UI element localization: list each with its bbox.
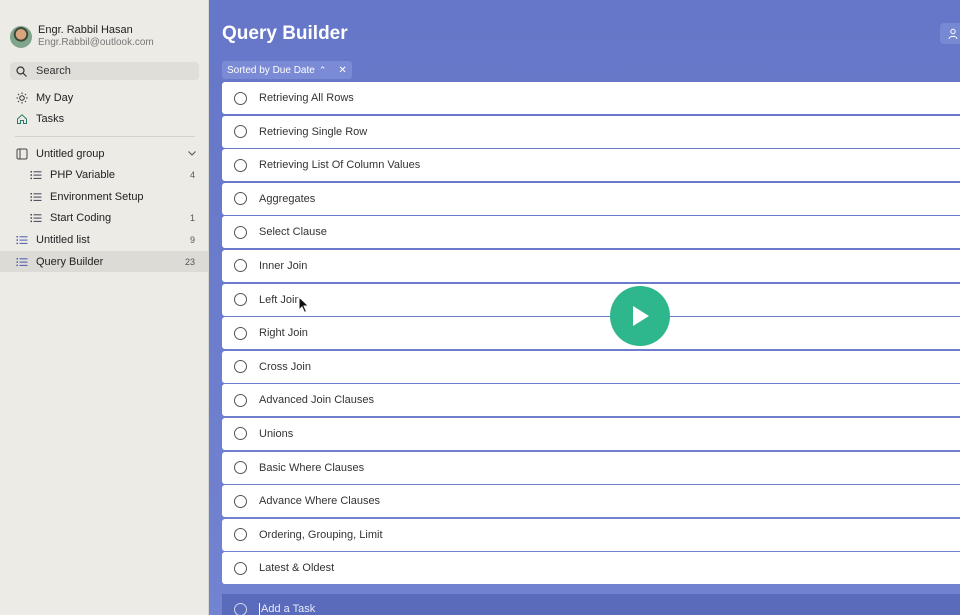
home-icon: [15, 112, 29, 126]
list-icon: [29, 190, 43, 204]
task-title: Cross Join: [259, 360, 311, 373]
task-row[interactable]: Retrieving List Of Column Values: [222, 149, 960, 182]
task-title: Left Join: [259, 293, 301, 306]
task-row[interactable]: Right Join: [222, 317, 960, 350]
task-row[interactable]: Latest & Oldest: [222, 552, 960, 585]
list-icon: [15, 255, 29, 269]
task-title: Select Clause: [259, 226, 327, 239]
task-row[interactable]: Ordering, Grouping, Limit: [222, 518, 960, 551]
task-title: Right Join: [259, 327, 308, 340]
complete-checkbox[interactable]: [234, 393, 247, 407]
task-count: 9: [189, 234, 195, 245]
task-count: 1: [189, 212, 195, 223]
task-row[interactable]: Aggregates: [222, 182, 960, 215]
sidebar-item-tasks[interactable]: Tasks: [0, 108, 208, 129]
complete-checkbox[interactable]: [234, 259, 247, 273]
task-row[interactable]: Inner Join: [222, 249, 960, 282]
list-icon: [29, 211, 43, 225]
add-task-input[interactable]: Add a Task: [222, 594, 960, 615]
list-icon: [15, 233, 29, 247]
sidebar-item-my-day[interactable]: My Day: [0, 87, 208, 108]
complete-checkbox[interactable]: [234, 192, 247, 206]
close-icon[interactable]: ✕: [338, 65, 346, 76]
chevron-down-icon[interactable]: [187, 148, 197, 158]
chevron-up-icon[interactable]: ⌃: [319, 65, 327, 76]
sidebar-item-label: Tasks: [36, 112, 65, 125]
share-button[interactable]: [940, 23, 960, 44]
task-row[interactable]: Advanced Join Clauses: [222, 384, 960, 417]
mouse-cursor-icon: [298, 296, 310, 314]
task-title: Retrieving All Rows: [259, 92, 354, 104]
sort-chip[interactable]: Sorted by Due Date ⌃ ✕: [222, 61, 352, 79]
profile-name: Engr. Rabbil Hasan: [38, 24, 133, 36]
task-title: Unions: [259, 427, 294, 440]
sidebar-item-label: Untitled list: [36, 233, 90, 246]
play-button[interactable]: [610, 286, 670, 346]
sidebar-item-label: Environment Setup: [50, 190, 144, 203]
complete-checkbox[interactable]: [234, 158, 247, 172]
list-icon: [29, 168, 43, 182]
complete-checkbox[interactable]: [234, 225, 247, 239]
complete-checkbox[interactable]: [234, 461, 247, 475]
sidebar-item-query-builder[interactable]: Query Builder 23: [0, 251, 208, 272]
task-row[interactable]: Advance Where Clauses: [222, 485, 960, 518]
sidebar-item-label: Start Coding: [50, 211, 112, 224]
task-count: 4: [189, 169, 195, 180]
task-row[interactable]: Retrieving Single Row: [222, 115, 960, 148]
sidebar-item-untitled-list[interactable]: Untitled list 9: [0, 229, 208, 250]
search-placeholder: Search: [36, 65, 71, 77]
add-circle-icon: [234, 602, 247, 615]
sort-label: Sorted by Due Date: [227, 64, 315, 76]
avatar: [10, 25, 32, 48]
task-title: Basic Where Clauses: [259, 461, 365, 474]
task-row[interactable]: Unions: [222, 417, 960, 450]
sidebar-item-label: Query Builder: [36, 255, 104, 268]
add-task-placeholder: Add a Task: [259, 603, 316, 615]
complete-checkbox[interactable]: [234, 561, 247, 575]
main-panel: Query Builder Sorted by Due Date ⌃ ✕ Ret…: [209, 0, 960, 615]
search-input[interactable]: Search: [10, 62, 199, 80]
task-title: Latest & Oldest: [259, 562, 335, 575]
person-add-icon: [948, 28, 958, 39]
sidebar-item-label: My Day: [36, 91, 74, 104]
sidebar-divider: [15, 136, 195, 137]
page-title[interactable]: Query Builder: [222, 23, 348, 45]
task-title: Inner Join: [259, 259, 308, 272]
task-title: Aggregates: [259, 192, 316, 205]
search-icon: [16, 65, 27, 77]
task-row[interactable]: Left Join: [222, 283, 960, 316]
task-row[interactable]: Cross Join: [222, 350, 960, 383]
sidebar-group-untitled[interactable]: Untitled group: [0, 143, 208, 164]
complete-checkbox[interactable]: [234, 494, 247, 508]
task-row[interactable]: Select Clause: [222, 216, 960, 249]
complete-checkbox[interactable]: [234, 293, 247, 307]
task-title: Advanced Join Clauses: [259, 394, 374, 407]
complete-checkbox[interactable]: [234, 528, 247, 542]
task-row[interactable]: Retrieving All Rows: [222, 82, 960, 114]
profile-email: Engr.Rabbil@outlook.com: [38, 37, 154, 48]
sidebar: Engr. Rabbil Hasan Engr.Rabbil@outlook.c…: [0, 0, 209, 615]
task-row[interactable]: Basic Where Clauses: [222, 451, 960, 484]
sidebar-item-environment-setup[interactable]: Environment Setup: [0, 186, 208, 207]
task-count: 23: [184, 256, 195, 267]
sidebar-item-label: Untitled group: [36, 147, 105, 160]
complete-checkbox[interactable]: [234, 91, 247, 105]
profile[interactable]: Engr. Rabbil Hasan Engr.Rabbil@outlook.c…: [10, 24, 154, 49]
complete-checkbox[interactable]: [234, 125, 247, 139]
group-icon: [15, 147, 29, 161]
complete-checkbox[interactable]: [234, 360, 247, 374]
sun-icon: [15, 91, 29, 105]
task-title: Retrieving Single Row: [259, 125, 368, 138]
play-icon: [633, 306, 649, 326]
complete-checkbox[interactable]: [234, 326, 247, 340]
complete-checkbox[interactable]: [234, 427, 247, 441]
sidebar-item-label: PHP Variable: [50, 168, 116, 181]
task-list: Retrieving All Rows Retrieving Single Row…: [222, 82, 960, 586]
task-title: Retrieving List Of Column Values: [259, 159, 421, 172]
task-title: Ordering, Grouping, Limit: [259, 528, 383, 541]
sidebar-item-start-coding[interactable]: Start Coding 1: [0, 207, 208, 228]
sidebar-item-php-variable[interactable]: PHP Variable 4: [0, 164, 208, 185]
task-title: Advance Where Clauses: [259, 495, 381, 508]
